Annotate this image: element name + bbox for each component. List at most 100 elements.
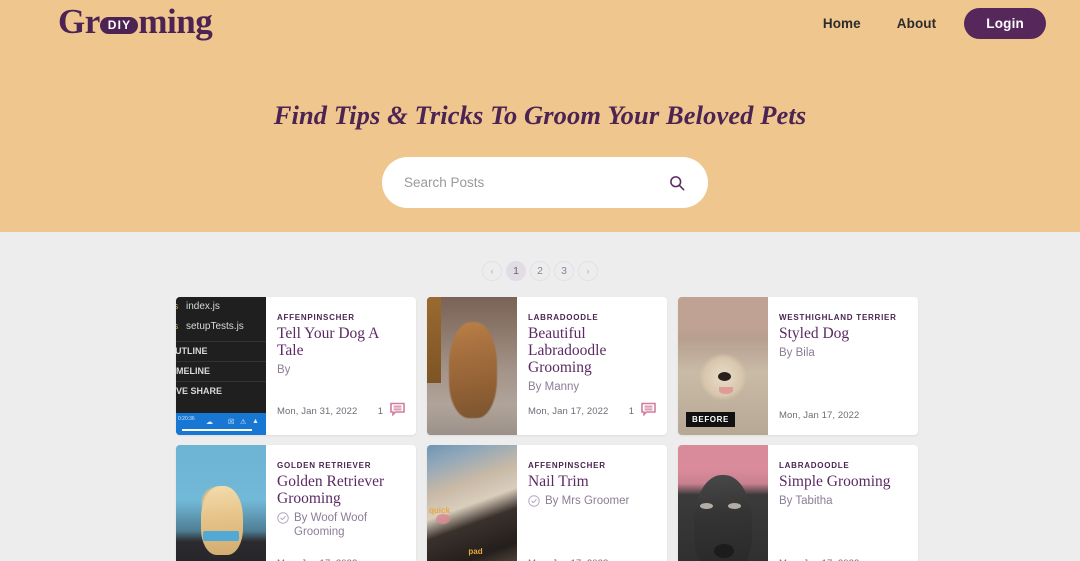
pagination-page-2[interactable]: 2 xyxy=(530,261,550,281)
code-editor-thumbnail-image: JS index.js JS setupTests.js OUTLINE TIM… xyxy=(176,297,266,435)
top-navbar: Gr DIY ming Home About Login xyxy=(0,0,1080,42)
pagination-page-1[interactable]: 1 xyxy=(506,261,526,281)
post-card[interactable]: BEFORE WESTHIGHLAND TERRIER Styled Dog B… xyxy=(678,297,918,435)
westie-thumbnail-image: BEFORE xyxy=(678,297,768,435)
post-card-body: WESTHIGHLAND TERRIER Styled Dog By Bila … xyxy=(768,297,918,435)
dog-snout-shape xyxy=(714,544,734,559)
page-title: Find Tips & Tricks To Groom Your Beloved… xyxy=(273,100,807,130)
post-thumbnail: BEFORE xyxy=(678,297,768,435)
post-meta: Mon, Jan 17, 2022 xyxy=(779,410,907,421)
post-card-body: LABRADOODLE Beautiful Labradoodle Groomi… xyxy=(517,297,667,435)
post-category[interactable]: LABRADOODLE xyxy=(779,461,906,470)
post-author: By Bila xyxy=(779,346,906,360)
verified-badge-icon xyxy=(277,512,289,528)
post-card[interactable]: LABRADOODLE Beautiful Labradoodle Groomi… xyxy=(427,297,667,435)
labradoodle-thumbnail-image xyxy=(427,297,517,435)
login-button[interactable]: Login xyxy=(964,8,1046,39)
post-card[interactable]: GOLDEN RETRIEVER Golden Retriever Groomi… xyxy=(176,445,416,561)
thumb-status-icon-2: ☒ xyxy=(228,419,235,426)
nail-quick-label: quick xyxy=(429,505,450,515)
post-author-name: By Manny xyxy=(528,381,580,393)
logo-diy-pill: DIY xyxy=(99,17,139,34)
post-author-name: By Bila xyxy=(779,347,815,359)
post-date: Mon, Jan 17, 2022 xyxy=(779,410,860,421)
dog-brow-left-shape xyxy=(699,502,713,509)
post-title[interactable]: Golden Retriever Grooming xyxy=(277,473,404,507)
post-thumbnail xyxy=(427,297,517,435)
pagination-next[interactable]: › xyxy=(578,261,598,281)
post-date: Mon, Jan 17, 2022 xyxy=(528,406,609,417)
post-thumbnail xyxy=(176,445,266,561)
pagination-page-3[interactable]: 3 xyxy=(554,261,574,281)
post-thumbnail xyxy=(678,445,768,561)
post-card[interactable]: quick pad AFFENPINSCHER Nail Trim By Mrs… xyxy=(427,445,667,561)
comment-icon[interactable] xyxy=(390,402,405,421)
post-author-name: By Woof Woof Grooming xyxy=(294,512,368,538)
post-meta: Mon, Jan 31, 2022 1 xyxy=(277,402,405,421)
thumb-outline-label: OUTLINE xyxy=(176,346,208,356)
labradoodle-pink-thumbnail-image xyxy=(678,445,768,561)
search-input[interactable] xyxy=(404,175,668,190)
dog-nose-shape xyxy=(717,371,731,381)
post-category[interactable]: LABRADOODLE xyxy=(528,313,655,322)
verified-badge-icon xyxy=(528,495,540,511)
post-grid: JS index.js JS setupTests.js OUTLINE TIM… xyxy=(176,297,921,561)
post-title[interactable]: Simple Grooming xyxy=(779,473,906,490)
post-author-name: By Mrs Groomer xyxy=(545,495,630,507)
post-author: By Woof Woof Grooming xyxy=(277,511,404,539)
dog-tongue-shape xyxy=(719,386,734,394)
thumb-progress-bar xyxy=(182,429,252,431)
nav-link-home[interactable]: Home xyxy=(805,16,879,31)
pagination: ‹ 1 2 3 › xyxy=(0,261,1080,281)
thumb-timeline-label: TIMELINE xyxy=(176,366,210,376)
post-card-body: LABRADOODLE Simple Grooming By Tabitha M… xyxy=(768,445,918,561)
site-logo[interactable]: Gr DIY ming xyxy=(58,2,213,41)
post-card-body: AFFENPINSCHER Tell Your Dog A Tale By Mo… xyxy=(266,297,416,435)
nav-link-about[interactable]: About xyxy=(879,16,954,31)
post-comments[interactable]: 1 xyxy=(629,402,656,421)
thumb-status-time: 0:20:36 xyxy=(178,416,195,422)
logo-text-pre: Gr xyxy=(58,2,100,41)
post-comment-count: 1 xyxy=(628,406,634,417)
thumb-liveshare-label: LIVE SHARE xyxy=(176,386,223,396)
post-card[interactable]: LABRADOODLE Simple Grooming By Tabitha M… xyxy=(678,445,918,561)
thumb-statusbar: 0:20:36 ☁ ☒ ⚠ ▲ xyxy=(176,413,266,435)
dog-nail-thumbnail-image: quick pad xyxy=(427,445,517,561)
nail-quick-shape xyxy=(436,514,450,524)
dog-scarf-shape xyxy=(203,530,239,541)
thumb-file-setuptests: setupTests.js xyxy=(186,321,244,332)
post-author: By xyxy=(277,363,404,377)
search-bar[interactable] xyxy=(382,157,708,208)
post-category[interactable]: AFFENPINSCHER xyxy=(528,461,655,470)
comment-icon[interactable] xyxy=(641,402,656,421)
post-author-name: By xyxy=(277,364,291,376)
post-comments[interactable]: 1 xyxy=(378,402,405,421)
golden-retriever-thumbnail-image xyxy=(176,445,266,561)
post-category[interactable]: WESTHIGHLAND TERRIER xyxy=(779,313,906,322)
thumb-status-icon-4: ▲ xyxy=(252,418,259,425)
thumb-divider xyxy=(176,341,266,342)
post-title[interactable]: Beautiful Labradoodle Grooming xyxy=(528,325,655,376)
post-title[interactable]: Styled Dog xyxy=(779,325,906,342)
post-category[interactable]: AFFENPINSCHER xyxy=(277,313,404,322)
page-root: Gr DIY ming Home About Login Find Tips & T… xyxy=(0,0,1080,561)
thumb-divider-3 xyxy=(176,381,266,382)
logo-text-post: ming xyxy=(138,2,213,41)
hero-section: Gr DIY ming Home About Login Find Tips & T… xyxy=(0,0,1080,232)
thumb-divider-2 xyxy=(176,361,266,362)
thumb-status-icon-3: ⚠ xyxy=(240,419,247,426)
post-thumbnail: quick pad xyxy=(427,445,517,561)
pagination-prev[interactable]: ‹ xyxy=(482,261,502,281)
post-title[interactable]: Tell Your Dog A Tale xyxy=(277,325,404,359)
post-meta: Mon, Jan 17, 2022 1 xyxy=(528,402,656,421)
post-category[interactable]: GOLDEN RETRIEVER xyxy=(277,461,404,470)
post-thumbnail: JS index.js JS setupTests.js OUTLINE TIM… xyxy=(176,297,266,435)
before-badge: BEFORE xyxy=(686,412,735,427)
post-card[interactable]: JS index.js JS setupTests.js OUTLINE TIM… xyxy=(176,297,416,435)
post-author: By Tabitha xyxy=(779,494,906,508)
post-title[interactable]: Nail Trim xyxy=(528,473,655,490)
post-card-body: AFFENPINSCHER Nail Trim By Mrs Groomer M… xyxy=(517,445,667,561)
post-card-body: GOLDEN RETRIEVER Golden Retriever Groomi… xyxy=(266,445,416,561)
post-author-name: By Tabitha xyxy=(779,495,833,507)
search-icon[interactable] xyxy=(668,174,686,192)
